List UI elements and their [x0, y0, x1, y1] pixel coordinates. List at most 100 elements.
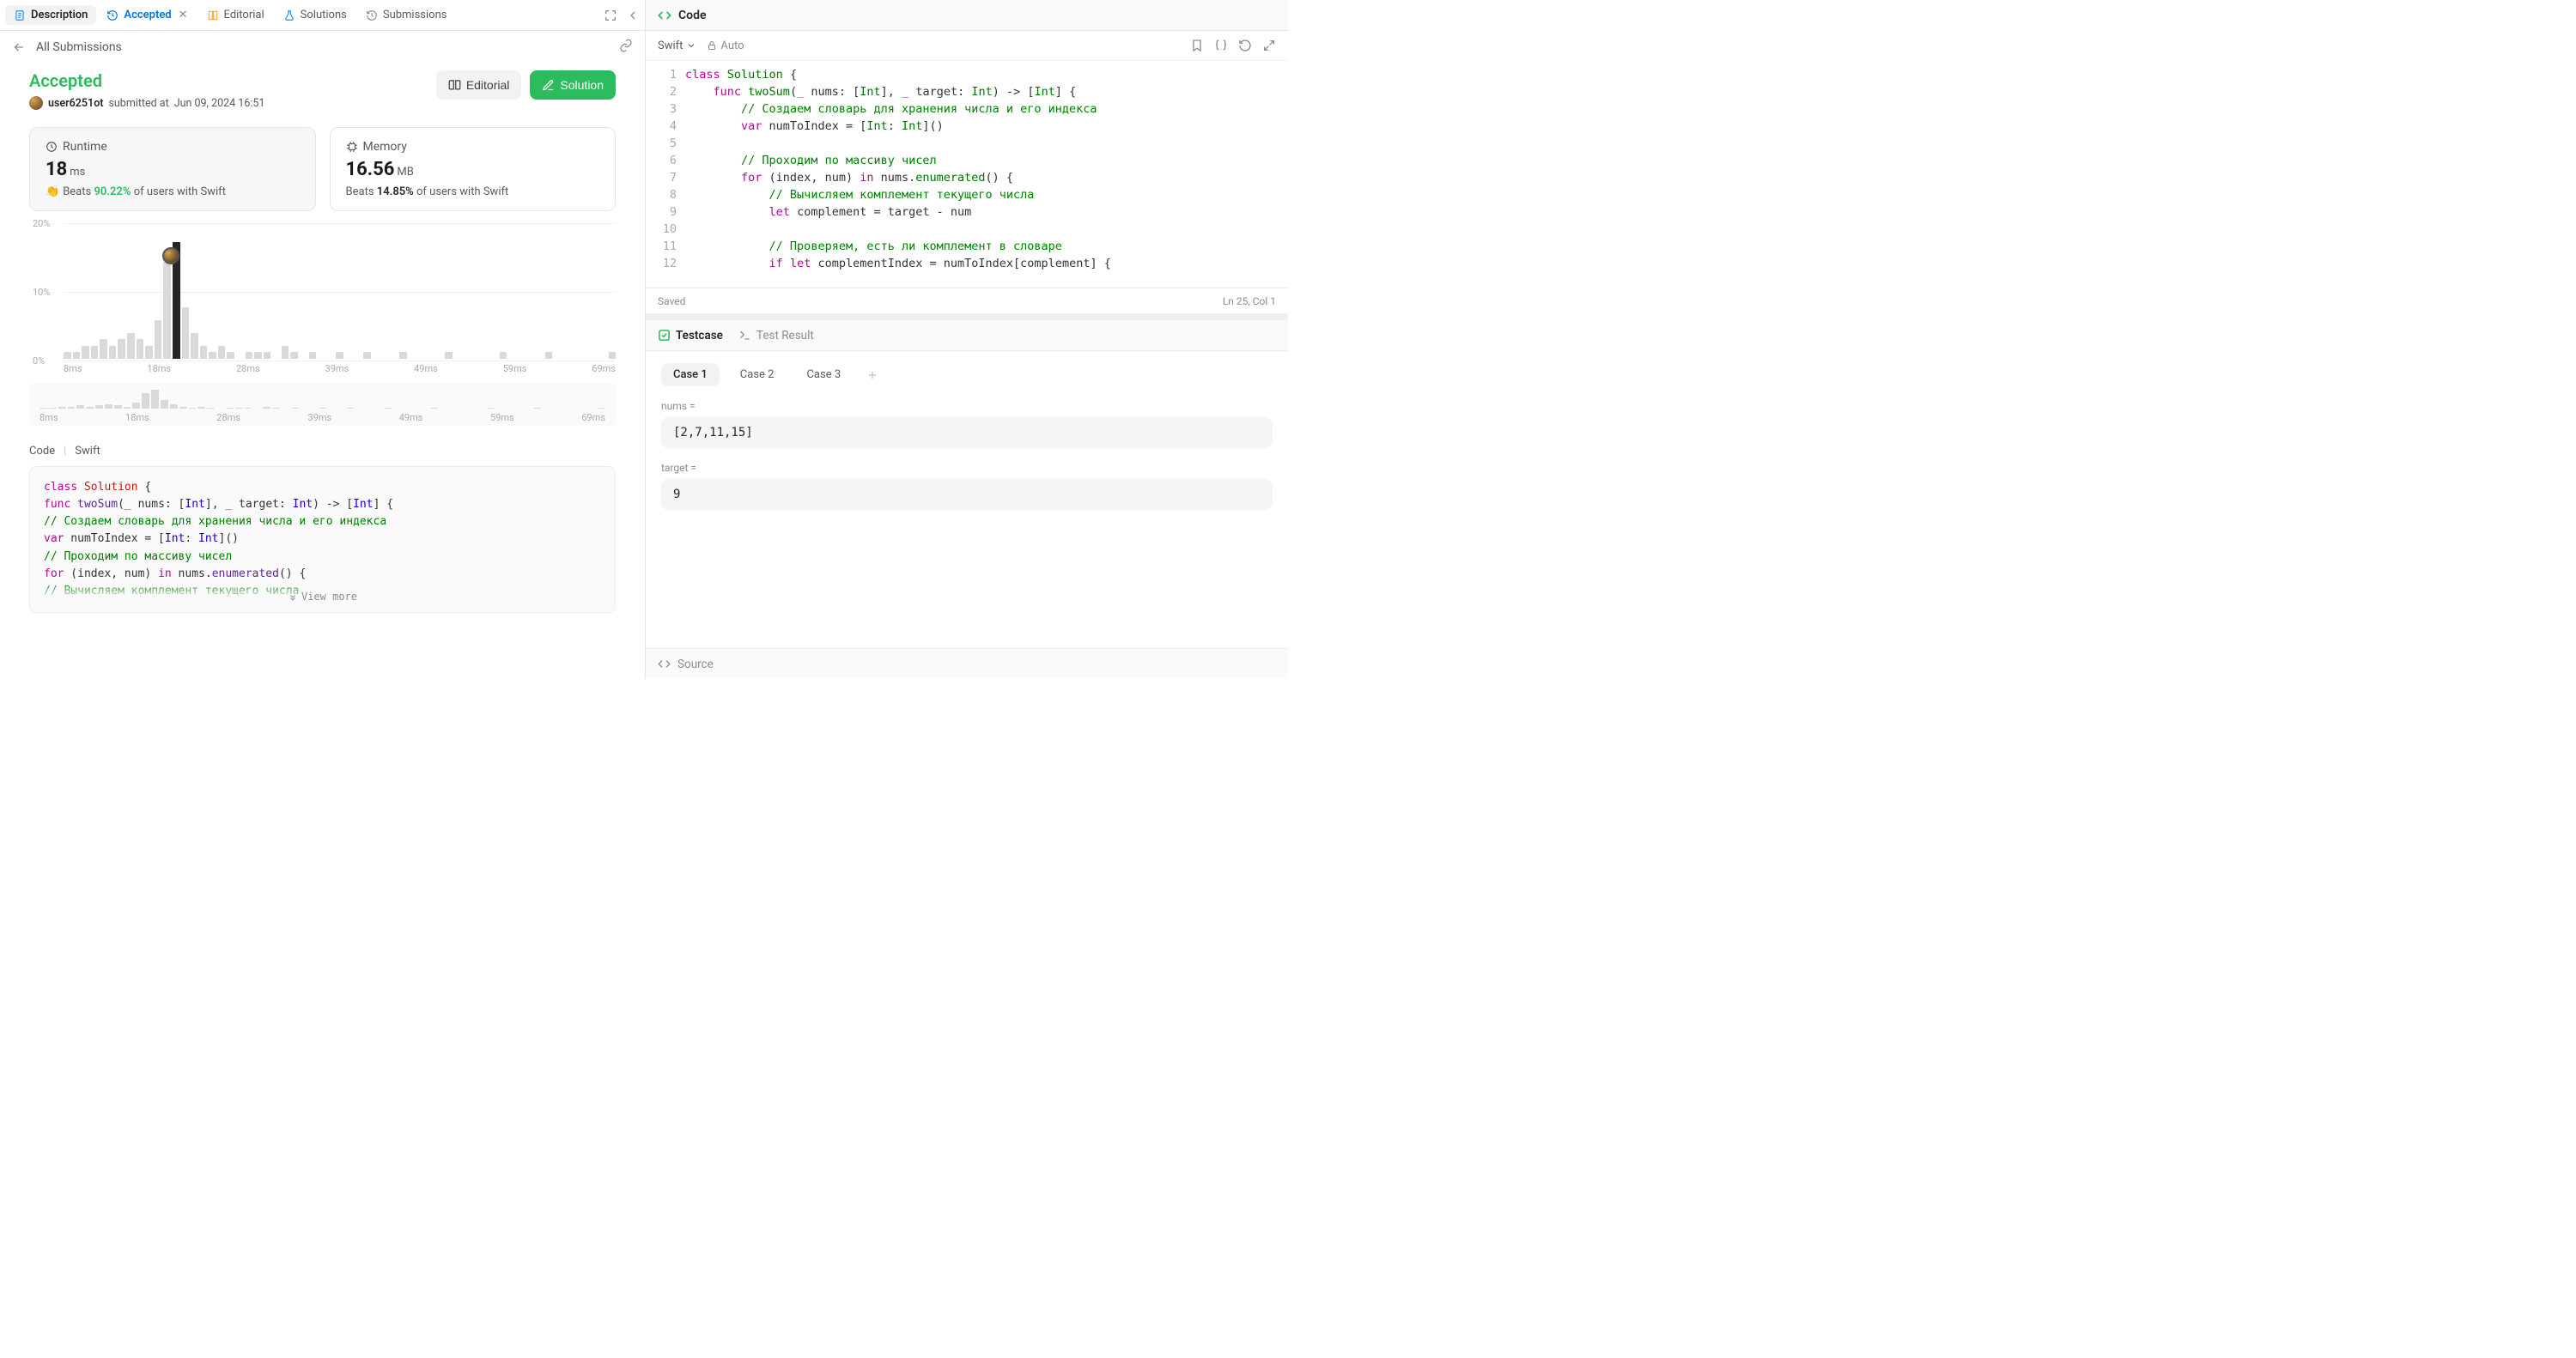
tab-accepted[interactable]: Accepted ✕	[98, 5, 196, 25]
book-open-icon	[448, 79, 461, 92]
memory-value: 16.56	[346, 159, 395, 180]
braces-icon[interactable]	[1214, 39, 1228, 52]
memory-beats: Beats 14.85% of users with Swift	[346, 185, 600, 198]
view-more-button[interactable]: View more	[30, 582, 615, 612]
case-tab[interactable]: Case 3	[794, 363, 853, 386]
chevron-left-icon[interactable]	[626, 9, 640, 22]
cursor-position: Ln 25, Col 1	[1223, 295, 1276, 307]
source-bar[interactable]: Source	[646, 648, 1288, 679]
chart-bar[interactable]	[227, 352, 234, 359]
case-tab[interactable]: Case 1	[661, 363, 720, 386]
chart-bar[interactable]	[246, 352, 253, 359]
chevrons-down-icon	[288, 592, 298, 603]
field-label: target =	[661, 462, 1273, 474]
check-square-icon	[658, 329, 671, 342]
chart-bar[interactable]	[200, 346, 208, 359]
bookmark-icon[interactable]	[1190, 39, 1204, 52]
chart-bar[interactable]	[82, 346, 89, 359]
runtime-mini-chart[interactable]: 8ms18ms28ms39ms49ms59ms69ms	[29, 383, 616, 426]
editorial-button[interactable]: Editorial	[436, 70, 522, 100]
chart-bar[interactable]	[109, 346, 117, 359]
panel-divider[interactable]	[646, 313, 1288, 320]
chart-bar[interactable]	[264, 352, 271, 359]
chart-bar[interactable]	[127, 333, 135, 359]
tab-editorial[interactable]: Editorial	[198, 5, 273, 25]
document-icon	[14, 9, 26, 21]
runtime-card[interactable]: Runtime 18ms 👏Beats 90.22% of users with…	[29, 127, 316, 211]
chart-bar[interactable]	[64, 352, 71, 359]
code-icon	[658, 9, 671, 22]
chart-bar[interactable]	[155, 320, 162, 359]
code-lang: Swift	[75, 445, 100, 458]
plus-icon	[866, 369, 878, 381]
field-value[interactable]: [2,7,11,15]	[661, 417, 1273, 448]
history-icon	[366, 9, 378, 21]
field-label: nums =	[661, 400, 1273, 412]
close-icon[interactable]: ✕	[179, 9, 188, 21]
chart-bar[interactable]	[545, 352, 553, 359]
stat-label: Runtime	[63, 140, 107, 154]
chart-bar[interactable]	[290, 352, 298, 359]
username[interactable]: user6251ot	[48, 97, 103, 110]
runtime-beats: 👏Beats 90.22% of users with Swift	[46, 185, 300, 198]
solution-button[interactable]: Solution	[530, 70, 616, 100]
auto-toggle[interactable]: Auto	[707, 39, 744, 52]
submitted-time: Jun 09, 2024 16:51	[174, 97, 265, 110]
breadcrumb-bar: All Submissions	[0, 31, 645, 64]
book-icon	[207, 9, 219, 21]
beaker-icon	[283, 9, 295, 21]
button-label: Solution	[560, 78, 604, 92]
chart-bar[interactable]	[100, 339, 107, 359]
runtime-unit: ms	[70, 166, 85, 179]
chevron-down-icon	[686, 40, 696, 51]
chart-bar[interactable]	[191, 333, 198, 359]
expand-icon[interactable]	[604, 9, 617, 22]
chart-bar[interactable]	[118, 339, 125, 359]
language-selector[interactable]: Swift	[658, 39, 696, 52]
chart-bar[interactable]	[363, 352, 371, 359]
chart-bar[interactable]	[500, 352, 507, 359]
chart-bar[interactable]	[282, 346, 289, 359]
chart-bar[interactable]	[73, 352, 81, 359]
arrow-left-icon[interactable]	[12, 40, 26, 54]
code-icon	[658, 658, 671, 670]
testcase-field: target = 9	[661, 462, 1273, 510]
left-tabs: Description Accepted ✕ Editorial Solutio…	[0, 0, 645, 31]
memory-unit: MB	[397, 166, 413, 179]
code-editor[interactable]: 123456789101112 class Solution { func tw…	[646, 60, 1288, 288]
chart-bar[interactable]	[209, 352, 216, 359]
add-case-button[interactable]	[861, 364, 884, 386]
undo-icon[interactable]	[1238, 39, 1252, 52]
chart-bar[interactable]	[163, 262, 171, 359]
chart-bar[interactable]	[445, 352, 453, 359]
link-icon[interactable]	[619, 39, 633, 52]
tab-label: Editorial	[224, 9, 264, 21]
case-tab[interactable]: Case 2	[728, 363, 787, 386]
chart-bar[interactable]	[309, 352, 317, 359]
field-value[interactable]: 9	[661, 479, 1273, 510]
tab-label: Submissions	[383, 9, 447, 21]
maximize-icon[interactable]	[1262, 39, 1276, 52]
terminal-icon	[738, 329, 751, 342]
snippet-header: Code | Swift	[29, 445, 616, 458]
clock-icon	[46, 141, 58, 153]
chart-bar[interactable]	[91, 346, 99, 359]
chart-bar[interactable]	[609, 352, 617, 359]
tab-solutions[interactable]: Solutions	[275, 5, 355, 25]
chart-bar[interactable]	[182, 307, 190, 359]
chart-bar[interactable]	[399, 352, 407, 359]
chart-bar[interactable]	[145, 346, 153, 359]
chart-bar[interactable]	[137, 339, 144, 359]
code-toolbar: Swift Auto	[646, 31, 1288, 60]
testcase-field: nums = [2,7,11,15]	[661, 400, 1273, 448]
memory-card[interactable]: Memory 16.56MB Beats 14.85% of users wit…	[330, 127, 617, 211]
submission-meta: user6251ot submitted at Jun 09, 2024 16:…	[29, 96, 264, 110]
tab-testcase[interactable]: Testcase	[658, 329, 723, 343]
chart-bar[interactable]	[218, 346, 226, 359]
breadcrumb[interactable]: All Submissions	[36, 40, 122, 54]
chart-bar[interactable]	[254, 352, 262, 359]
tab-test-result[interactable]: Test Result	[738, 329, 814, 343]
chart-bar[interactable]	[336, 352, 343, 359]
tab-submissions[interactable]: Submissions	[357, 5, 456, 25]
tab-description[interactable]: Description	[5, 5, 96, 25]
